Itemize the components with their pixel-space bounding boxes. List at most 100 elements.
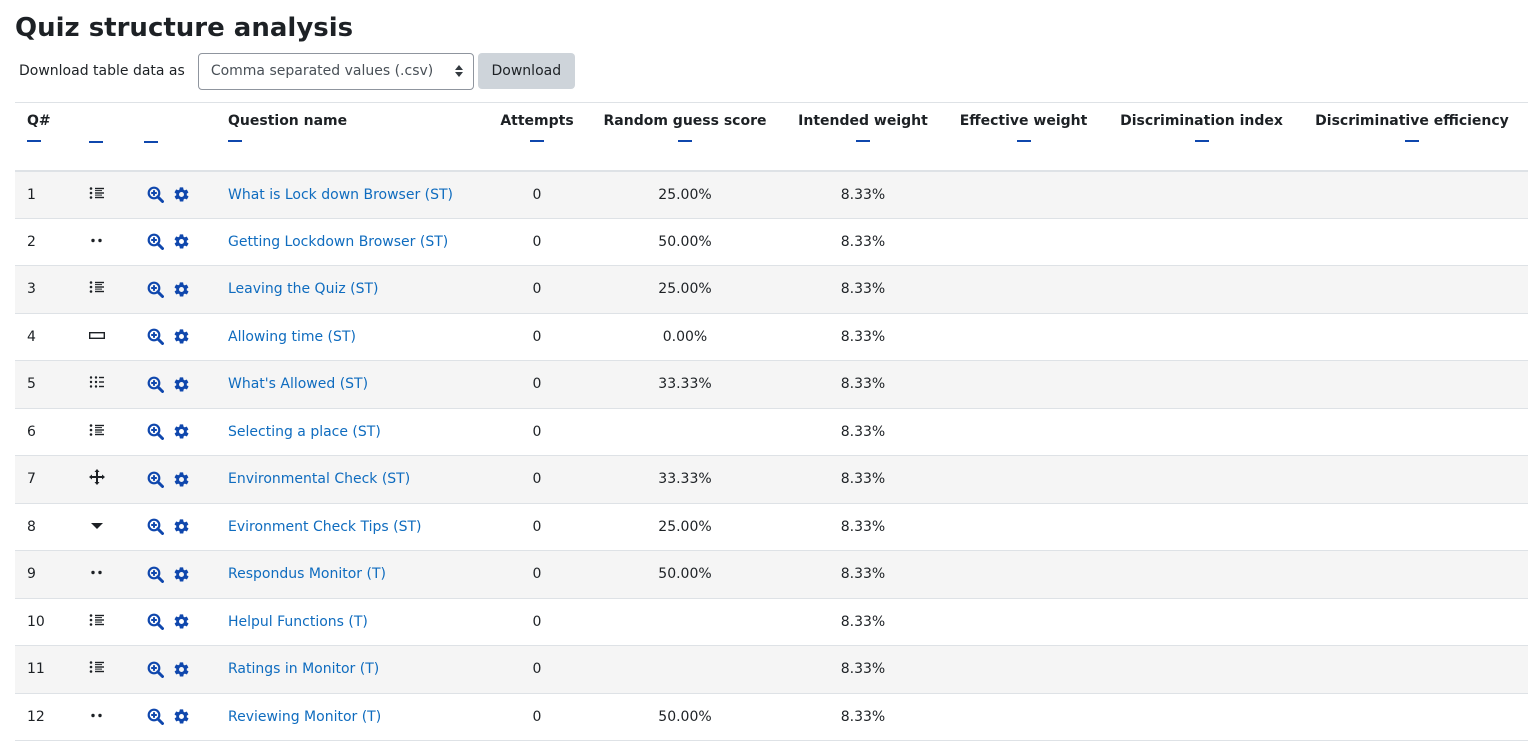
- discriminative-efficiency-cell: [1296, 361, 1528, 409]
- truefalse-icon: [72, 565, 105, 579]
- preview-question-icon[interactable]: [131, 566, 164, 583]
- question-number: 9: [27, 566, 36, 583]
- header-effective-weight[interactable]: Effective weight: [940, 102, 1107, 172]
- edit-question-gear-icon[interactable]: [173, 566, 190, 583]
- intended-weight-cell: 8.33%: [840, 471, 886, 488]
- attempts-cell: 0: [532, 233, 542, 250]
- question-name-cell: Evironment Check Tips (ST): [228, 503, 490, 551]
- multichoice-icon: [72, 280, 105, 294]
- edit-question-gear-icon[interactable]: [173, 518, 190, 535]
- select-arrows-icon: [454, 65, 463, 77]
- sort-dash-icon: [144, 141, 158, 143]
- preview-question-icon[interactable]: [131, 471, 164, 488]
- intended-weight-cell: 8.33%: [840, 566, 886, 583]
- random-guess-cell: 0.00%: [662, 328, 708, 345]
- truefalse-icon: [72, 233, 105, 247]
- effective-weight-cell: [940, 361, 1107, 409]
- download-format-select[interactable]: Comma separated values (.csv): [197, 52, 474, 90]
- header-attempts[interactable]: Attempts: [490, 102, 584, 172]
- preview-question-icon[interactable]: [131, 708, 164, 726]
- edit-question-gear-icon[interactable]: [173, 233, 190, 250]
- multichoice-icon: [72, 186, 105, 200]
- attempts-cell: 0: [532, 328, 542, 345]
- sort-dash-icon: [27, 140, 41, 142]
- question-actions: [128, 218, 228, 266]
- edit-question-gear-icon[interactable]: [173, 661, 190, 678]
- shortanswer-icon: [72, 328, 105, 342]
- preview-question-icon[interactable]: [131, 186, 164, 203]
- intended-weight-cell: 8.33%: [840, 423, 886, 440]
- download-bar: Download table data as Comma separated v…: [15, 52, 1533, 90]
- question-name-link[interactable]: Environmental Check (ST): [228, 471, 410, 487]
- edit-question-gear-icon[interactable]: [173, 328, 190, 345]
- question-name-link[interactable]: Allowing time (ST): [228, 329, 356, 345]
- truefalse-icon: [72, 708, 105, 722]
- question-actions: [128, 171, 228, 219]
- preview-question-icon[interactable]: [131, 518, 164, 536]
- discriminative-efficiency-cell: [1296, 598, 1528, 646]
- effective-weight-cell: [940, 693, 1107, 741]
- question-number: 4: [27, 328, 36, 345]
- question-name-link[interactable]: What's Allowed (ST): [228, 376, 368, 392]
- attempts-cell: 0: [532, 423, 542, 440]
- discrimination-index-cell: [1107, 313, 1296, 361]
- edit-question-gear-icon[interactable]: [173, 376, 190, 393]
- edit-question-gear-icon[interactable]: [173, 708, 190, 725]
- discriminative-efficiency-cell: [1296, 456, 1528, 504]
- page: Quiz structure analysis Download table d…: [0, 0, 1533, 741]
- preview-question-icon[interactable]: [131, 281, 164, 298]
- table-body: 1 What is Lock down Browser (ST) 0 25.00% 8.…: [15, 170, 1528, 741]
- download-button[interactable]: Download: [477, 53, 575, 89]
- question-name-link[interactable]: Evironment Check Tips (ST): [228, 519, 422, 535]
- header-qnum[interactable]: Q#: [15, 102, 72, 172]
- question-number: 11: [27, 661, 45, 678]
- question-type-cell: [72, 408, 128, 456]
- question-name-link[interactable]: Getting Lockdown Browser (ST): [228, 234, 448, 250]
- question-name-cell: Environmental Check (ST): [228, 456, 490, 504]
- discriminative-efficiency-cell: [1296, 266, 1528, 314]
- table-row: 11 Ratings in Monitor (T) 0 8.33%: [15, 645, 1528, 694]
- question-name-link[interactable]: Leaving the Quiz (ST): [228, 281, 379, 297]
- preview-question-icon[interactable]: [131, 328, 164, 346]
- question-actions: [128, 646, 228, 694]
- header-random-guess[interactable]: Random guess score: [584, 102, 786, 172]
- edit-question-gear-icon[interactable]: [173, 613, 190, 630]
- sort-dash-icon: [530, 140, 544, 142]
- preview-question-icon[interactable]: [131, 661, 164, 678]
- discrimination-index-cell: [1107, 218, 1296, 266]
- question-name-link[interactable]: What is Lock down Browser (ST): [228, 187, 453, 203]
- sort-dash-icon: [1405, 140, 1419, 142]
- discriminative-efficiency-cell: [1296, 218, 1528, 266]
- edit-question-gear-icon[interactable]: [173, 471, 190, 488]
- discriminative-efficiency-cell: [1296, 408, 1528, 456]
- question-name-link[interactable]: Ratings in Monitor (T): [228, 661, 379, 677]
- header-discrimination-index[interactable]: Discrimination index: [1107, 102, 1296, 172]
- header-intended-weight[interactable]: Intended weight: [786, 102, 940, 172]
- preview-question-icon[interactable]: [131, 423, 164, 441]
- table-row: 7 Environmental Check (ST) 0 33.33% 8.33%: [15, 455, 1528, 504]
- page-title: Quiz structure analysis: [15, 13, 354, 43]
- question-number: 1: [27, 186, 36, 203]
- question-name-link[interactable]: Respondus Monitor (T): [228, 566, 386, 582]
- edit-question-gear-icon[interactable]: [173, 423, 190, 440]
- edit-question-gear-icon[interactable]: [173, 281, 190, 298]
- sort-dash-icon: [856, 140, 870, 142]
- question-name-link[interactable]: Helpul Functions (T): [228, 614, 368, 630]
- header-discriminative-efficiency[interactable]: Discriminative efficiency: [1296, 102, 1528, 172]
- question-number: 12: [27, 708, 45, 725]
- question-name-link[interactable]: Selecting a place (ST): [228, 424, 381, 440]
- question-type-cell: [72, 456, 128, 504]
- edit-question-gear-icon[interactable]: [173, 186, 190, 203]
- header-type[interactable]: [72, 102, 128, 172]
- question-name-link[interactable]: Reviewing Monitor (T): [228, 709, 381, 725]
- discrimination-index-cell: [1107, 266, 1296, 314]
- preview-question-icon[interactable]: [131, 613, 164, 631]
- header-question-name[interactable]: Question name: [228, 102, 490, 172]
- gapselect-icon: [72, 518, 105, 532]
- effective-weight-cell: [940, 503, 1107, 551]
- preview-question-icon[interactable]: [131, 376, 164, 393]
- question-actions: [128, 408, 228, 456]
- attempts-cell: 0: [532, 281, 542, 298]
- header-actions[interactable]: [128, 102, 228, 172]
- preview-question-icon[interactable]: [131, 233, 164, 251]
